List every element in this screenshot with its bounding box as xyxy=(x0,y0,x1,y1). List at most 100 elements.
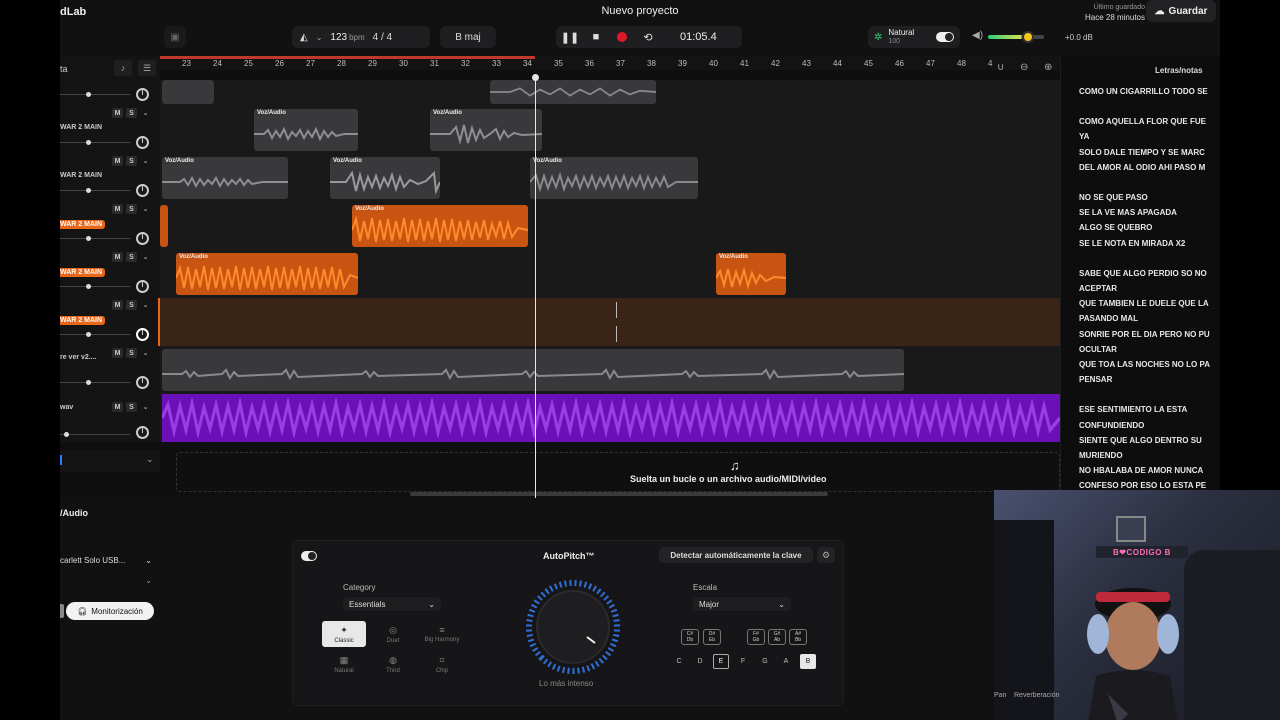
master-volume-handle[interactable] xyxy=(1022,31,1034,43)
key-chip-gsharp[interactable]: G# Ab xyxy=(768,629,786,645)
stop-button[interactable]: ■ xyxy=(588,29,604,45)
solo-button[interactable]: S xyxy=(126,252,137,262)
volume-fader[interactable] xyxy=(60,382,130,383)
lyrics-panel[interactable]: Letras/notas COMO UN CIGARRILLO TODO SE C… xyxy=(1060,56,1220,490)
mute-button[interactable]: M xyxy=(112,108,123,118)
input-channel-select[interactable]: ⌄ xyxy=(60,576,152,592)
project-title[interactable]: Nuevo proyecto xyxy=(60,5,1220,17)
track-lane[interactable] xyxy=(160,80,1060,106)
metronome-tempo-pill[interactable]: ◭ ⌄ 123 bpm 4 / 4 xyxy=(292,26,430,48)
note-b[interactable]: B xyxy=(800,654,816,669)
scale-select[interactable]: Major ⌄ xyxy=(693,597,791,611)
track-lane[interactable] xyxy=(160,346,1060,394)
key-chip-csharp[interactable]: C# Db xyxy=(681,629,699,645)
drop-zone[interactable] xyxy=(176,452,1060,492)
audio-clip[interactable]: Voz/Audio xyxy=(254,109,358,151)
mixer-icon[interactable]: ▣ xyxy=(164,26,186,48)
preset-pill[interactable]: ✲ Natural 100 xyxy=(868,26,960,48)
record-button[interactable] xyxy=(614,29,630,45)
tempo-value[interactable]: 123 bpm xyxy=(330,32,364,43)
track-lane[interactable]: Voz/Audio Voz/Audio xyxy=(160,250,1060,298)
fader-handle[interactable] xyxy=(86,92,91,97)
mute-button[interactable]: M xyxy=(112,300,123,310)
style-big-harmony[interactable]: ≡ Big Harmony xyxy=(420,621,464,647)
preset-toggle[interactable] xyxy=(936,32,954,42)
playhead-handle[interactable] xyxy=(532,74,539,81)
mute-button[interactable]: M xyxy=(112,156,123,166)
region-marker[interactable] xyxy=(616,326,617,342)
volume-fader[interactable] xyxy=(60,334,130,335)
tuning-fork-icon[interactable]: ♪ xyxy=(114,60,132,76)
chevron-down-icon[interactable]: ⌄ xyxy=(140,402,151,412)
chevron-down-icon[interactable]: ⌄ xyxy=(140,348,151,358)
style-duet[interactable]: ◎ Duet xyxy=(371,621,415,647)
track-name[interactable]: re ver v2.... xyxy=(60,354,97,361)
track-name[interactable]: WAR 2 MAIN xyxy=(60,124,102,131)
key-selector[interactable]: B maj xyxy=(440,26,496,48)
chevron-down-icon[interactable]: ⌄ xyxy=(140,156,151,166)
new-track-selector[interactable]: ⌄ xyxy=(60,450,160,472)
audio-clip[interactable]: Voz/Audio xyxy=(162,157,288,199)
track-lane[interactable]: Voz/Audio xyxy=(160,202,1060,250)
timeline-ruler[interactable]: 23 24 25 26 27 28 29 30 31 32 33 34 35 36 37 38 39 40 41 42… xyxy=(160,56,1060,70)
style-chip[interactable]: ⌗ Chip xyxy=(420,651,464,677)
solo-button[interactable]: S xyxy=(126,348,137,358)
track-name[interactable]: WAR 2 MAIN xyxy=(60,268,105,277)
fader-handle[interactable] xyxy=(64,432,69,437)
zoom-in-icon[interactable]: ⊕ xyxy=(1044,62,1052,73)
time-signature[interactable]: 4 / 4 xyxy=(373,32,392,43)
chevron-down-icon[interactable]: ⌄ xyxy=(140,300,151,310)
fader-handle[interactable] xyxy=(86,332,91,337)
pan-knob[interactable] xyxy=(136,280,149,293)
horizontal-scrollbar[interactable] xyxy=(410,492,828,496)
key-chip-asharp[interactable]: A# Bb xyxy=(789,629,807,645)
autopitch-toggle[interactable] xyxy=(301,551,317,561)
note-a[interactable]: A xyxy=(778,654,794,669)
pan-knob[interactable] xyxy=(136,88,149,101)
solo-button[interactable]: S xyxy=(126,402,137,412)
audio-clip[interactable]: Voz/Audio xyxy=(352,205,528,247)
solo-button[interactable]: S xyxy=(126,108,137,118)
zoom-out-icon[interactable]: ⊖ xyxy=(1020,62,1028,73)
audio-clip[interactable] xyxy=(162,394,1060,442)
pan-knob[interactable] xyxy=(136,376,149,389)
metronome-icon[interactable]: ◭ xyxy=(300,32,308,43)
speaker-icon[interactable]: ◀) xyxy=(972,30,983,41)
volume-fader[interactable] xyxy=(60,190,130,191)
magnet-icon[interactable]: ∪ xyxy=(997,62,1004,73)
filter-icon[interactable]: ☰ xyxy=(138,60,156,76)
playhead[interactable] xyxy=(535,76,536,498)
solo-button[interactable]: S xyxy=(126,156,137,166)
audio-clip[interactable]: Voz/Audio xyxy=(716,253,786,295)
pan-knob[interactable] xyxy=(136,426,149,439)
track-name[interactable]: WAR 2 MAIN xyxy=(60,220,105,229)
track-name[interactable]: wav xyxy=(60,404,73,411)
volume-fader[interactable] xyxy=(60,286,130,287)
audio-clip[interactable] xyxy=(160,205,168,247)
pan-knob[interactable] xyxy=(136,328,149,341)
detect-key-button[interactable]: Detectar automáticamente la clave xyxy=(659,547,813,563)
fader-handle[interactable] xyxy=(86,236,91,241)
track-lane[interactable] xyxy=(160,298,1060,346)
audio-clip[interactable] xyxy=(162,80,214,104)
audio-clip[interactable] xyxy=(490,80,656,104)
pan-knob[interactable] xyxy=(136,184,149,197)
volume-fader[interactable] xyxy=(60,94,130,95)
key-chip-dsharp[interactable]: D# Eb xyxy=(703,629,721,645)
fader-handle[interactable] xyxy=(86,380,91,385)
chevron-down-icon[interactable]: ⌄ xyxy=(146,454,154,465)
key-chip-fsharp[interactable]: F# Gb xyxy=(747,629,765,645)
intensity-knob[interactable] xyxy=(521,575,625,679)
track-name[interactable]: WAR 2 MAIN xyxy=(60,172,102,179)
category-select[interactable]: Essentials ⌄ xyxy=(343,597,441,611)
note-d[interactable]: D xyxy=(692,654,708,669)
master-volume-slider[interactable] xyxy=(988,35,1044,39)
volume-fader[interactable] xyxy=(60,434,130,435)
track-lane[interactable]: Voz/Audio Voz/Audio Voz/Audio xyxy=(160,154,1060,202)
mute-button[interactable]: M xyxy=(112,348,123,358)
pan-knob[interactable] xyxy=(136,232,149,245)
chevron-down-icon[interactable]: ⌄ xyxy=(140,252,151,262)
note-c[interactable]: C xyxy=(671,654,687,669)
audio-clip[interactable] xyxy=(162,349,904,391)
track-name[interactable]: WAR 2 MAIN xyxy=(60,316,105,325)
